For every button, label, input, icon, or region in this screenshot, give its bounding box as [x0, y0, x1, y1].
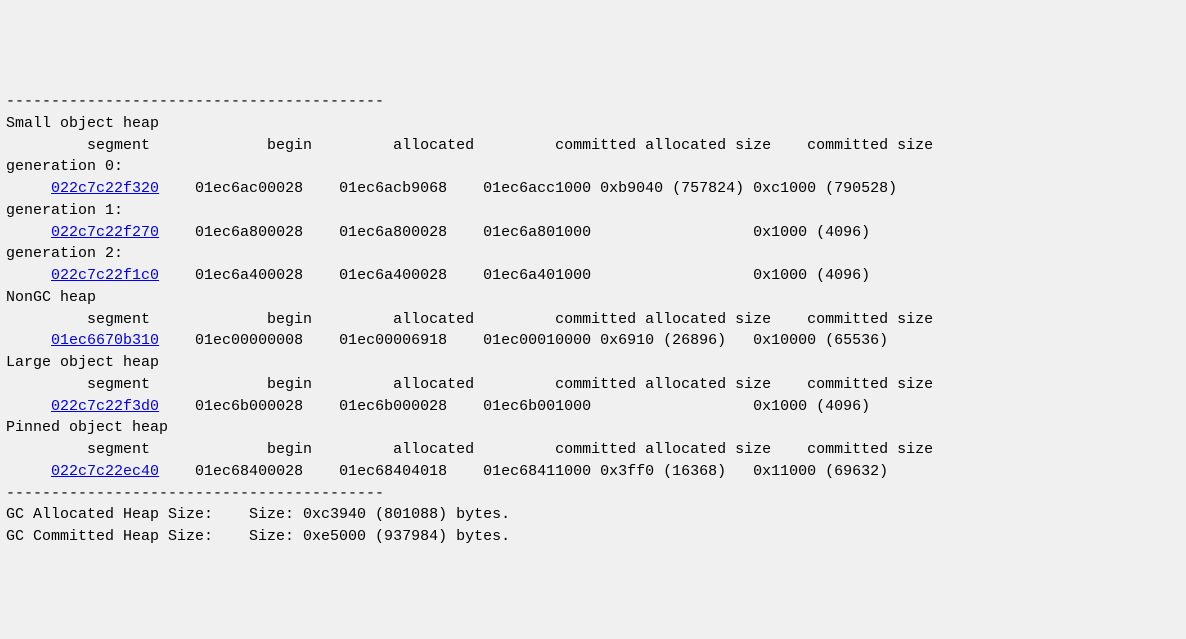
divider-bottom: ----------------------------------------…	[6, 485, 384, 502]
nongc-segment-link[interactable]: 01ec6670b310	[51, 332, 159, 349]
poh-segment-link[interactable]: 022c7c22ec40	[51, 463, 159, 480]
gen0-label: generation 0:	[6, 158, 123, 175]
soh-label: Small object heap	[6, 115, 159, 132]
nongc-row: 01ec00000008 01ec00006918 01ec00010000 0…	[159, 332, 888, 349]
nongc-header: segment begin allocated committed alloca…	[6, 311, 933, 328]
divider-top: ----------------------------------------…	[6, 93, 384, 110]
loh-header: segment begin allocated committed alloca…	[6, 376, 933, 393]
soh-header: segment begin allocated committed alloca…	[6, 137, 933, 154]
gen2-row: 01ec6a400028 01ec6a400028 01ec6a401000 0…	[159, 267, 870, 284]
gen2-segment-link[interactable]: 022c7c22f1c0	[51, 267, 159, 284]
nongc-indent	[6, 332, 51, 349]
gen1-row: 01ec6a800028 01ec6a800028 01ec6a801000 0…	[159, 224, 870, 241]
nongc-label: NonGC heap	[6, 289, 96, 306]
gen1-segment-link[interactable]: 022c7c22f270	[51, 224, 159, 241]
loh-row: 01ec6b000028 01ec6b000028 01ec6b001000 0…	[159, 398, 870, 415]
gen2-indent	[6, 267, 51, 284]
gen1-indent	[6, 224, 51, 241]
loh-label: Large object heap	[6, 354, 159, 371]
poh-label: Pinned object heap	[6, 419, 168, 436]
gen1-label: generation 1:	[6, 202, 123, 219]
gen0-segment-link[interactable]: 022c7c22f320	[51, 180, 159, 197]
loh-indent	[6, 398, 51, 415]
gc-committed-total: GC Committed Heap Size: Size: 0xe5000 (9…	[6, 528, 510, 545]
poh-indent	[6, 463, 51, 480]
poh-row: 01ec68400028 01ec68404018 01ec68411000 0…	[159, 463, 888, 480]
gen0-row: 01ec6ac00028 01ec6acb9068 01ec6acc1000 0…	[159, 180, 897, 197]
gen2-label: generation 2:	[6, 245, 123, 262]
loh-segment-link[interactable]: 022c7c22f3d0	[51, 398, 159, 415]
poh-header: segment begin allocated committed alloca…	[6, 441, 933, 458]
gen0-indent	[6, 180, 51, 197]
